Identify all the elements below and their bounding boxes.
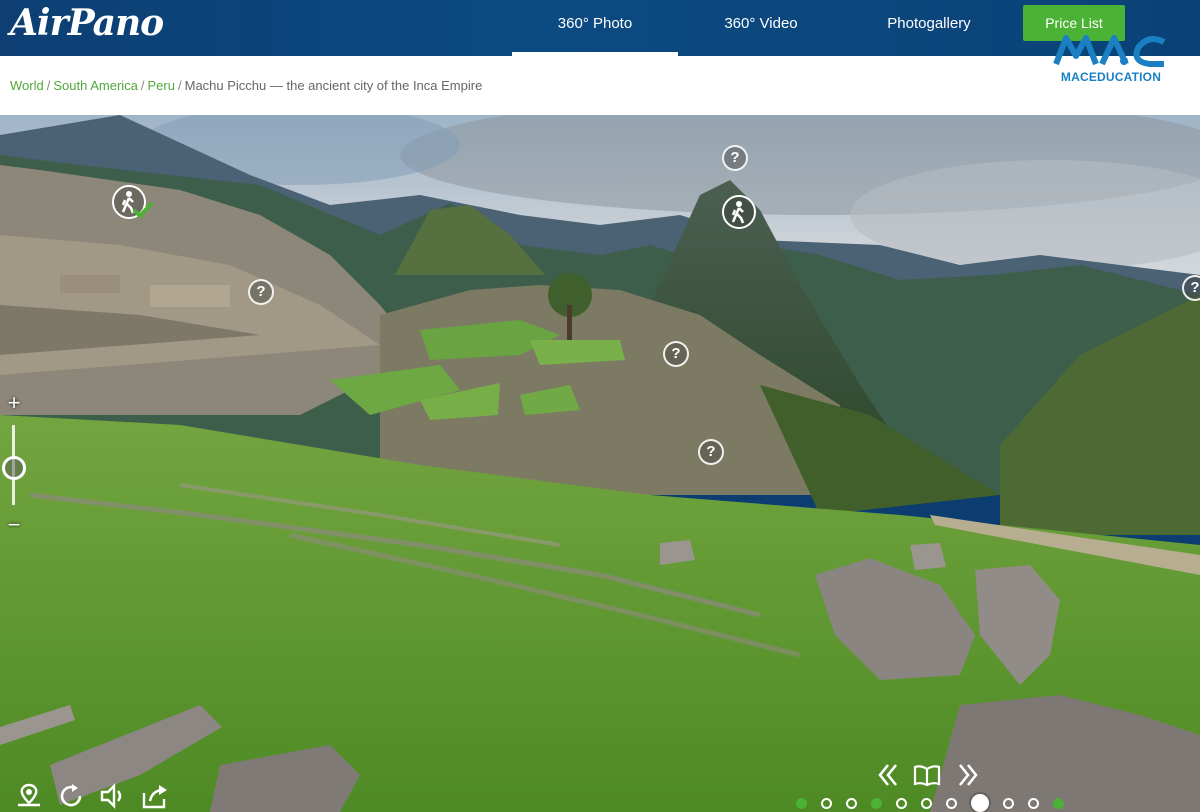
- panorama-viewer[interactable]: ? ? ? ? ?: [0, 115, 1200, 812]
- breadcrumb: World / South America / Peru / Machu Picchu — …: [10, 78, 483, 93]
- slide-dot[interactable]: [871, 797, 882, 809]
- panorama-image: [0, 115, 1200, 812]
- zoom-out-button[interactable]: −: [3, 512, 25, 538]
- breadcrumb-peru[interactable]: Peru: [148, 78, 175, 93]
- app-root: AirPano 360° Photo 360° Video Photogalle…: [0, 0, 1200, 812]
- nav-360-photo[interactable]: 360° Photo: [512, 0, 678, 56]
- help-icon[interactable]: ?: [698, 439, 724, 465]
- slide-dot[interactable]: [896, 797, 907, 809]
- breadcrumb-world[interactable]: World: [10, 78, 44, 93]
- top-navigation-bar: AirPano 360° Photo 360° Video Photogalle…: [0, 0, 1200, 56]
- check-icon: [132, 201, 154, 219]
- help-icon[interactable]: ?: [248, 279, 274, 305]
- breadcrumb-current: Machu Picchu — the ancient city of the I…: [184, 78, 483, 93]
- share-icon[interactable]: [140, 781, 170, 811]
- slide-dot[interactable]: [1003, 797, 1014, 809]
- breadcrumb-bar: World / South America / Peru / Machu Picchu — …: [0, 56, 1200, 115]
- slide-dots: [796, 794, 1078, 812]
- prev-icon[interactable]: [872, 760, 902, 790]
- help-icon[interactable]: ?: [722, 145, 748, 171]
- hiking-hotspot-mountain[interactable]: [722, 195, 756, 229]
- slide-dot[interactable]: [971, 794, 989, 812]
- sound-icon[interactable]: [98, 781, 128, 811]
- nav-360-video[interactable]: 360° Video: [700, 0, 822, 56]
- slide-dot[interactable]: [796, 797, 807, 809]
- slide-dot[interactable]: [846, 797, 857, 809]
- nav-photogallery[interactable]: Photogallery: [866, 0, 992, 56]
- airpano-logo[interactable]: AirPano: [10, 2, 164, 44]
- slide-dot[interactable]: [1053, 797, 1064, 809]
- maceducation-text: MACEDUCATION: [1060, 70, 1162, 84]
- slide-dot[interactable]: [921, 797, 932, 809]
- book-icon[interactable]: [912, 760, 942, 790]
- next-icon[interactable]: [954, 760, 984, 790]
- zoom-in-button[interactable]: +: [3, 390, 25, 416]
- help-icon[interactable]: ?: [663, 341, 689, 367]
- rotate-icon[interactable]: [56, 781, 86, 811]
- breadcrumb-south-america[interactable]: South America: [53, 78, 138, 93]
- hiking-icon: [731, 201, 745, 224]
- zoom-slider-handle[interactable]: [2, 456, 26, 480]
- slide-dot[interactable]: [821, 797, 832, 809]
- slide-dot[interactable]: [1028, 797, 1039, 809]
- hiking-hotspot-left[interactable]: [112, 185, 154, 219]
- map-pin-icon[interactable]: [14, 781, 44, 811]
- slide-dot[interactable]: [946, 797, 957, 809]
